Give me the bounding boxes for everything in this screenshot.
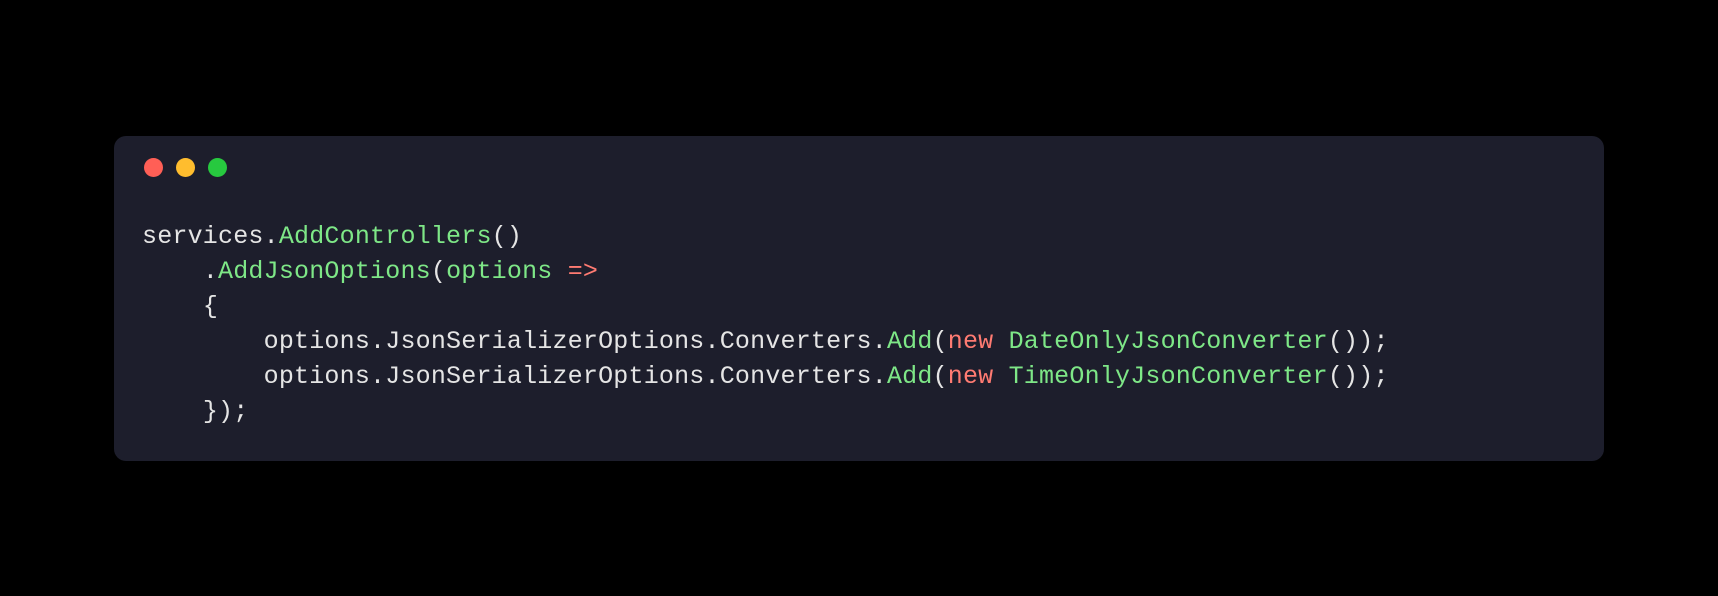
window-controls xyxy=(144,158,1576,177)
code-line-3: { xyxy=(142,292,218,321)
code-line-2: .AddJsonOptions(options => xyxy=(142,257,598,286)
maximize-icon[interactable] xyxy=(208,158,227,177)
code-window: services.AddControllers() .AddJsonOption… xyxy=(114,136,1604,461)
code-line-1: services.AddControllers() xyxy=(142,222,522,251)
minimize-icon[interactable] xyxy=(176,158,195,177)
code-line-4: options.JsonSerializerOptions.Converters… xyxy=(142,327,1389,356)
code-line-6: }); xyxy=(142,397,248,426)
close-icon[interactable] xyxy=(144,158,163,177)
code-line-5: options.JsonSerializerOptions.Converters… xyxy=(142,362,1389,391)
code-block: services.AddControllers() .AddJsonOption… xyxy=(142,219,1576,429)
